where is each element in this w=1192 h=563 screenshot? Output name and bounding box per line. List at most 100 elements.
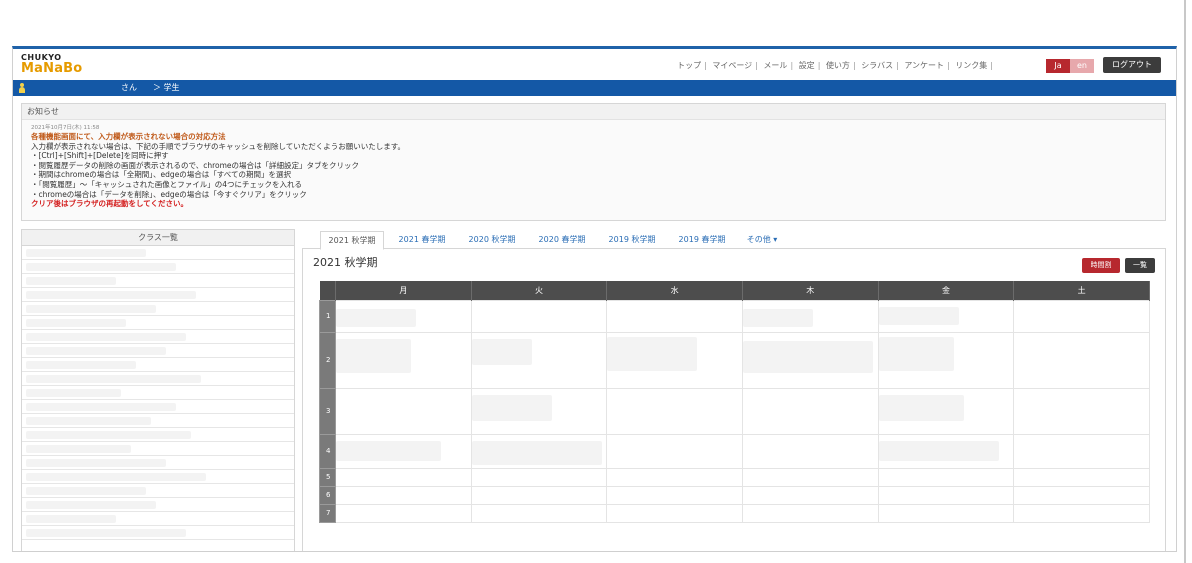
notice-line: ・chromeの場合は「データを削除」、edgeの場合は「今すぐクリア」をクリッ… — [31, 189, 307, 199]
class-list-item[interactable] — [22, 400, 294, 414]
timetable-cell[interactable] — [470, 331, 608, 389]
tab-2021-fall[interactable]: 2021 秋学期 — [320, 231, 384, 250]
timetable-cell[interactable] — [335, 433, 472, 469]
class-list-item[interactable] — [22, 484, 294, 498]
class-list-item[interactable] — [22, 470, 294, 484]
timetable-cell[interactable] — [606, 485, 743, 505]
timetable-cell[interactable] — [877, 299, 1015, 333]
day-header: 土 — [1013, 281, 1150, 300]
class-list-item[interactable] — [22, 358, 294, 372]
timetable-cell[interactable] — [877, 331, 1015, 389]
class-list-item[interactable] — [22, 428, 294, 442]
class-list-item[interactable] — [22, 526, 294, 540]
timetable-cell[interactable] — [741, 331, 879, 389]
class-list-item[interactable] — [22, 386, 294, 400]
class-list-item[interactable] — [22, 274, 294, 288]
class-list-item[interactable] — [22, 442, 294, 456]
tab-2019-fall[interactable]: 2019 秋学期 — [600, 231, 664, 249]
class-list-item[interactable] — [22, 330, 294, 344]
window-scrollbar[interactable] — [1184, 0, 1186, 563]
timetable-cell[interactable] — [1013, 503, 1150, 523]
class-list-item[interactable] — [22, 498, 294, 512]
class-list-item[interactable] — [22, 302, 294, 316]
timetable-row: 2 — [319, 331, 1150, 389]
timetable-cell[interactable] — [877, 485, 1015, 505]
timetable-cell[interactable] — [470, 467, 608, 487]
notice-line: ・閲覧履歴データの削除の画面が表示されるので、chromeの場合は「詳細設定」タ… — [31, 160, 360, 170]
timetable-cell[interactable] — [335, 485, 472, 505]
timetable-cell[interactable] — [335, 387, 472, 435]
class-list-item-placeholder — [26, 487, 146, 495]
timetable-cell[interactable] — [606, 433, 743, 469]
timetable-cell[interactable] — [877, 433, 1015, 469]
timetable-cell[interactable] — [470, 433, 608, 469]
timetable-cell[interactable] — [1013, 485, 1150, 505]
class-list-item[interactable] — [22, 512, 294, 526]
class-list-item[interactable] — [22, 372, 294, 386]
class-list-item[interactable] — [22, 414, 294, 428]
nav-syllabus[interactable]: シラバス — [861, 61, 893, 70]
class-list-item[interactable] — [22, 316, 294, 330]
day-header: 木 — [742, 281, 879, 300]
timetable-view-button[interactable]: 時間割 — [1082, 258, 1120, 273]
timetable-cell[interactable] — [741, 433, 879, 469]
nav-top[interactable]: トップ — [677, 61, 701, 70]
timetable-cell[interactable] — [1013, 387, 1150, 435]
tab-2021-spring[interactable]: 2021 春学期 — [390, 231, 454, 249]
course-placeholder — [878, 336, 954, 371]
tab-other-dropdown[interactable]: その他 ▾ — [738, 231, 786, 249]
timetable-cell[interactable] — [741, 387, 879, 435]
tab-2020-fall[interactable]: 2020 秋学期 — [460, 231, 524, 249]
period-label: 2 — [319, 331, 336, 389]
manabo-logo[interactable]: CHUKYO MaNaBo — [21, 53, 101, 76]
class-list-item-placeholder — [26, 263, 176, 271]
nav-links[interactable]: リンク集 — [955, 61, 987, 70]
notice-subject: 各種機能画面にて、入力欄が表示されない場合の対応方法 — [31, 132, 226, 141]
timetable-cell[interactable] — [470, 299, 608, 333]
timetable-cell[interactable] — [335, 299, 472, 333]
nav-mypage[interactable]: マイページ — [712, 61, 752, 70]
list-view-button[interactable]: 一覧 — [1125, 258, 1155, 273]
language-en-button[interactable]: en — [1070, 59, 1094, 73]
tab-2020-spring[interactable]: 2020 春学期 — [530, 231, 594, 249]
class-list-item[interactable] — [22, 260, 294, 274]
timetable-cell[interactable] — [606, 503, 743, 523]
timetable-cell[interactable] — [606, 387, 743, 435]
timetable-cell[interactable] — [877, 387, 1015, 435]
class-list-item[interactable] — [22, 344, 294, 358]
timetable-cell[interactable] — [1013, 433, 1150, 469]
timetable-cell[interactable] — [606, 467, 743, 487]
tab-2019-spring[interactable]: 2019 春学期 — [670, 231, 734, 249]
timetable-cell[interactable] — [470, 503, 608, 523]
timetable-cell[interactable] — [335, 503, 472, 523]
app-window: CHUKYO MaNaBo トップ | マイページ | メール | 設定 | 使い方 | … — [12, 46, 1177, 552]
timetable-cell[interactable] — [741, 485, 879, 505]
nav-settings[interactable]: 設定 — [799, 61, 815, 70]
timetable-cell[interactable] — [877, 467, 1015, 487]
language-ja-button[interactable]: Ja — [1046, 59, 1070, 73]
timetable-cell[interactable] — [335, 467, 472, 487]
nav-howto[interactable]: 使い方 — [826, 61, 850, 70]
timetable-cell[interactable] — [1013, 299, 1150, 333]
timetable-cell[interactable] — [741, 503, 879, 523]
class-list-item[interactable] — [22, 456, 294, 470]
timetable-cell[interactable] — [606, 331, 743, 389]
timetable-cell[interactable] — [606, 299, 743, 333]
timetable-cell[interactable] — [470, 387, 608, 435]
timetable-cell[interactable] — [1013, 331, 1150, 389]
timetable-cell[interactable] — [877, 503, 1015, 523]
timetable-grid: 月 火 水 木 金 土 1234567 — [319, 281, 1150, 523]
timetable-cell[interactable] — [741, 299, 879, 333]
timetable-cell[interactable] — [741, 467, 879, 487]
corner-cell — [319, 281, 336, 300]
timetable-cell[interactable] — [1013, 467, 1150, 487]
nav-mail[interactable]: メール — [763, 61, 787, 70]
timetable-cell[interactable] — [470, 485, 608, 505]
period-label: 3 — [319, 387, 336, 435]
nav-survey[interactable]: アンケート — [904, 61, 944, 70]
class-list-item[interactable] — [22, 288, 294, 302]
class-list-item-placeholder — [26, 403, 176, 411]
timetable-cell[interactable] — [335, 331, 472, 389]
class-list-item[interactable] — [22, 246, 294, 260]
logout-button[interactable]: ログアウト — [1103, 57, 1161, 73]
